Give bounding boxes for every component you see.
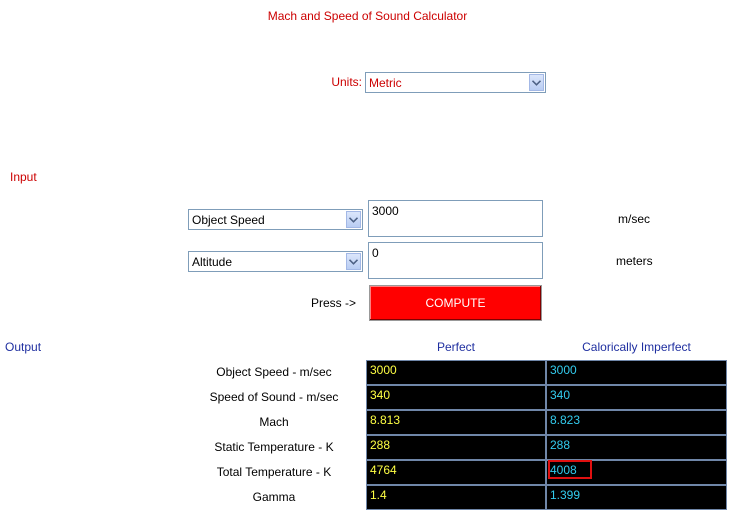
perfect-total-temperature-value: 4764 — [366, 460, 546, 485]
object-speed-input[interactable]: 3000 — [368, 200, 543, 237]
highlight-box — [548, 460, 592, 479]
imperfect-speed-of-sound-value: 340 — [546, 385, 727, 410]
col-header-perfect: Perfect — [436, 340, 475, 354]
imperfect-gamma-value: 1.399 — [546, 485, 727, 510]
altitude-input[interactable]: 0 — [368, 242, 543, 279]
object-speed-select[interactable]: Object Speed — [188, 209, 363, 230]
altitude-unit: meters — [616, 254, 653, 268]
imperfect-mach-value: 8.823 — [546, 410, 727, 435]
altitude-select-value: Altitude — [192, 254, 233, 269]
page-title: Mach and Speed of Sound Calculator — [267, 9, 468, 23]
perfect-object-speed-value: 3000 — [366, 360, 546, 385]
compute-button[interactable]: COMPUTE — [369, 285, 542, 321]
altitude-select[interactable]: Altitude — [188, 251, 363, 272]
row-label-static-temperature: Static Temperature - K — [214, 440, 334, 454]
units-select-value: Metric — [369, 75, 402, 90]
row-label-total-temperature: Total Temperature - K — [216, 465, 332, 479]
row-label-object-speed: Object Speed - m/sec — [216, 365, 332, 379]
units-select[interactable]: Metric — [365, 72, 546, 93]
press-label: Press -> — [311, 296, 357, 310]
row-label-gamma: Gamma — [252, 490, 296, 504]
imperfect-static-temperature-value: 288 — [546, 435, 727, 460]
chevron-down-icon[interactable] — [346, 253, 361, 270]
units-label: Units: — [331, 75, 362, 89]
chevron-down-icon[interactable] — [529, 74, 544, 91]
chevron-down-icon[interactable] — [346, 211, 361, 228]
output-section-label: Output — [5, 340, 42, 354]
perfect-static-temperature-value: 288 — [366, 435, 546, 460]
object-speed-unit: m/sec — [618, 212, 651, 226]
row-label-speed-of-sound: Speed of Sound - m/sec — [209, 390, 339, 404]
perfect-gamma-value: 1.4 — [366, 485, 546, 510]
imperfect-object-speed-value: 3000 — [546, 360, 727, 385]
col-header-imperfect: Calorically Imperfect — [582, 340, 691, 354]
perfect-mach-value: 8.813 — [366, 410, 546, 435]
perfect-speed-of-sound-value: 340 — [366, 385, 546, 410]
input-section-label: Input — [10, 170, 37, 184]
object-speed-select-value: Object Speed — [192, 212, 265, 227]
row-label-mach: Mach — [259, 415, 289, 429]
